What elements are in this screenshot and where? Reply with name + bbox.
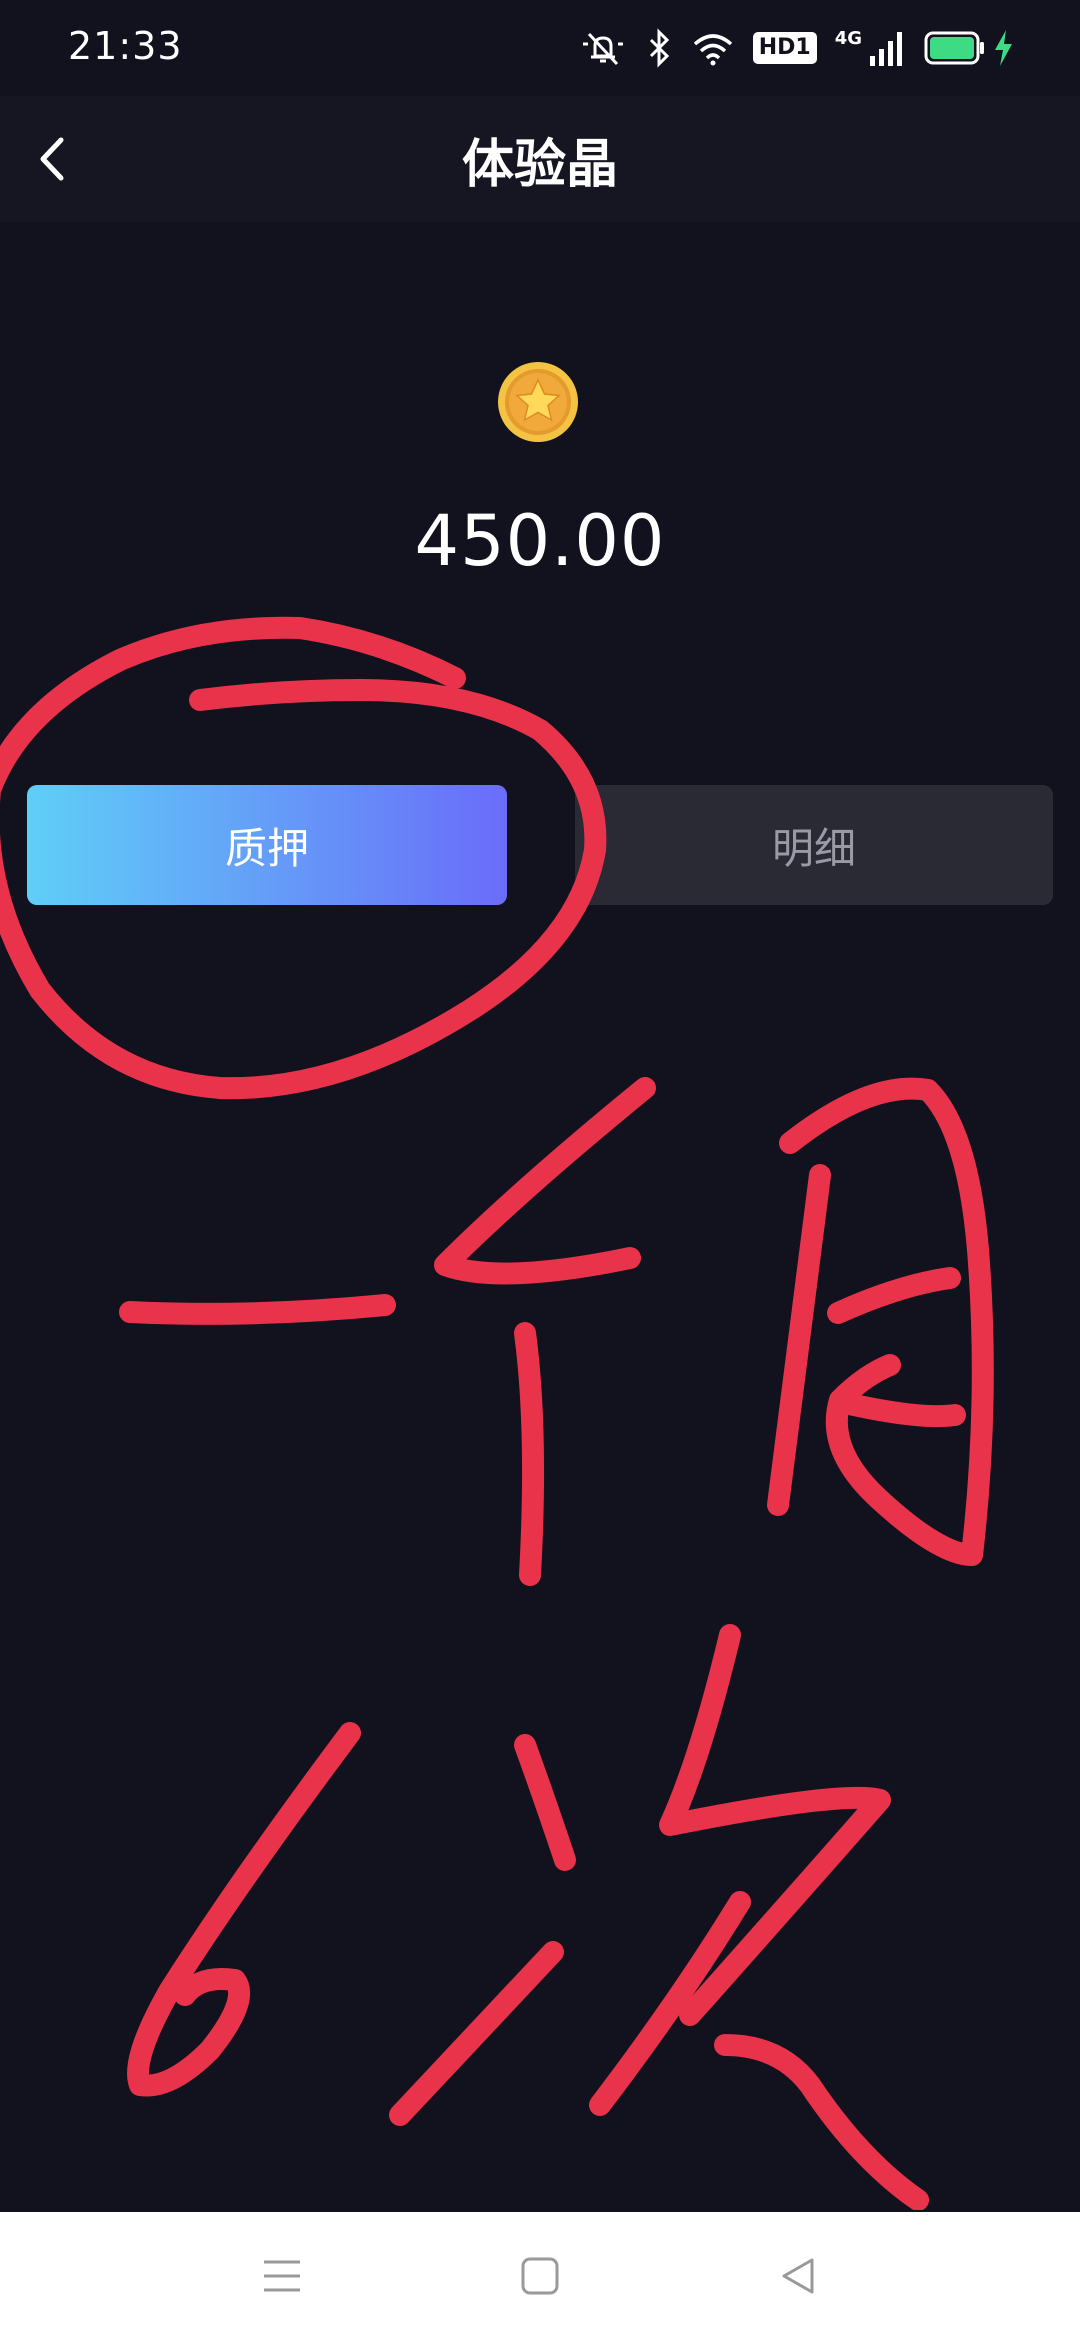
- wifi-icon: [691, 28, 735, 68]
- home-button[interactable]: [510, 2246, 570, 2306]
- menu-icon: [264, 2260, 300, 2292]
- status-time: 21:33: [68, 24, 183, 68]
- screen: 21:33 HD1 4G 体验晶 450.00 质押 明细: [0, 0, 1080, 2340]
- home-icon: [521, 2257, 559, 2295]
- status-bar: 21:33 HD1 4G: [0, 0, 1080, 96]
- pledge-button-label: 质押: [224, 823, 309, 873]
- network-label: 4G: [834, 27, 862, 49]
- page-title: 体验晶: [461, 135, 618, 195]
- menu-button[interactable]: [252, 2246, 312, 2306]
- battery-icon: [924, 30, 986, 66]
- signal-icon: [866, 28, 906, 68]
- coin-star-icon: [498, 362, 578, 442]
- hd-icon: HD1: [752, 32, 817, 64]
- detail-button-label: 明细: [771, 823, 856, 873]
- nav-bar: [0, 2212, 1080, 2340]
- mute-icon: [579, 28, 627, 68]
- bluetooth-icon: [645, 28, 673, 68]
- back-triangle-icon: [782, 2258, 814, 2294]
- pledge-button[interactable]: 质押: [27, 785, 507, 905]
- status-icons: HD1 4G: [579, 24, 1014, 72]
- balance-amount: 450.00: [414, 500, 666, 582]
- detail-button[interactable]: 明细: [575, 785, 1053, 905]
- charging-icon: [992, 28, 1014, 68]
- back-nav-button[interactable]: [768, 2246, 828, 2306]
- handwriting-annotation: [0, 616, 994, 2210]
- header: 体验晶: [0, 96, 1080, 222]
